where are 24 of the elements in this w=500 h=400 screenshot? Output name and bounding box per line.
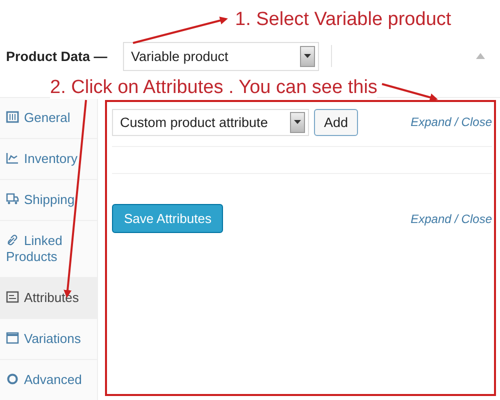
sidebar-tab[interactable]: Advanced xyxy=(0,360,97,400)
chart-icon xyxy=(6,152,19,164)
caret-icon xyxy=(304,54,311,58)
annotation-text: 2. Click on Attributes . You can see this xyxy=(50,77,378,99)
sidebar-tab[interactable]: Inventory xyxy=(0,139,97,180)
annotation-text: 1. Select Variable product xyxy=(235,9,452,31)
sidebar-tab[interactable]: Variations xyxy=(0,319,97,360)
grid-icon xyxy=(6,111,19,123)
truck-icon xyxy=(6,193,19,205)
sidebar-tab[interactable]: Shipping xyxy=(0,180,97,221)
save-attributes-button[interactable]: Save Attributes xyxy=(112,204,224,233)
product-data-label: Product Data — xyxy=(6,48,108,64)
list-box-icon xyxy=(6,291,19,303)
link-icon xyxy=(6,234,19,246)
collapse-icon[interactable] xyxy=(476,53,485,59)
add-button[interactable]: Add xyxy=(314,108,358,136)
expand-close-link[interactable]: Expand / Close xyxy=(410,212,492,226)
product-type-select[interactable]: Variable product xyxy=(123,42,319,70)
annotation-arrow xyxy=(382,83,438,102)
attribute-select[interactable]: Custom product attribute xyxy=(112,108,309,136)
caret-icon xyxy=(294,120,301,124)
sidebar-tab[interactable]: Attributes xyxy=(0,278,97,319)
expand-close-link[interactable]: Expand / Close xyxy=(410,115,492,129)
window-icon xyxy=(6,332,19,344)
